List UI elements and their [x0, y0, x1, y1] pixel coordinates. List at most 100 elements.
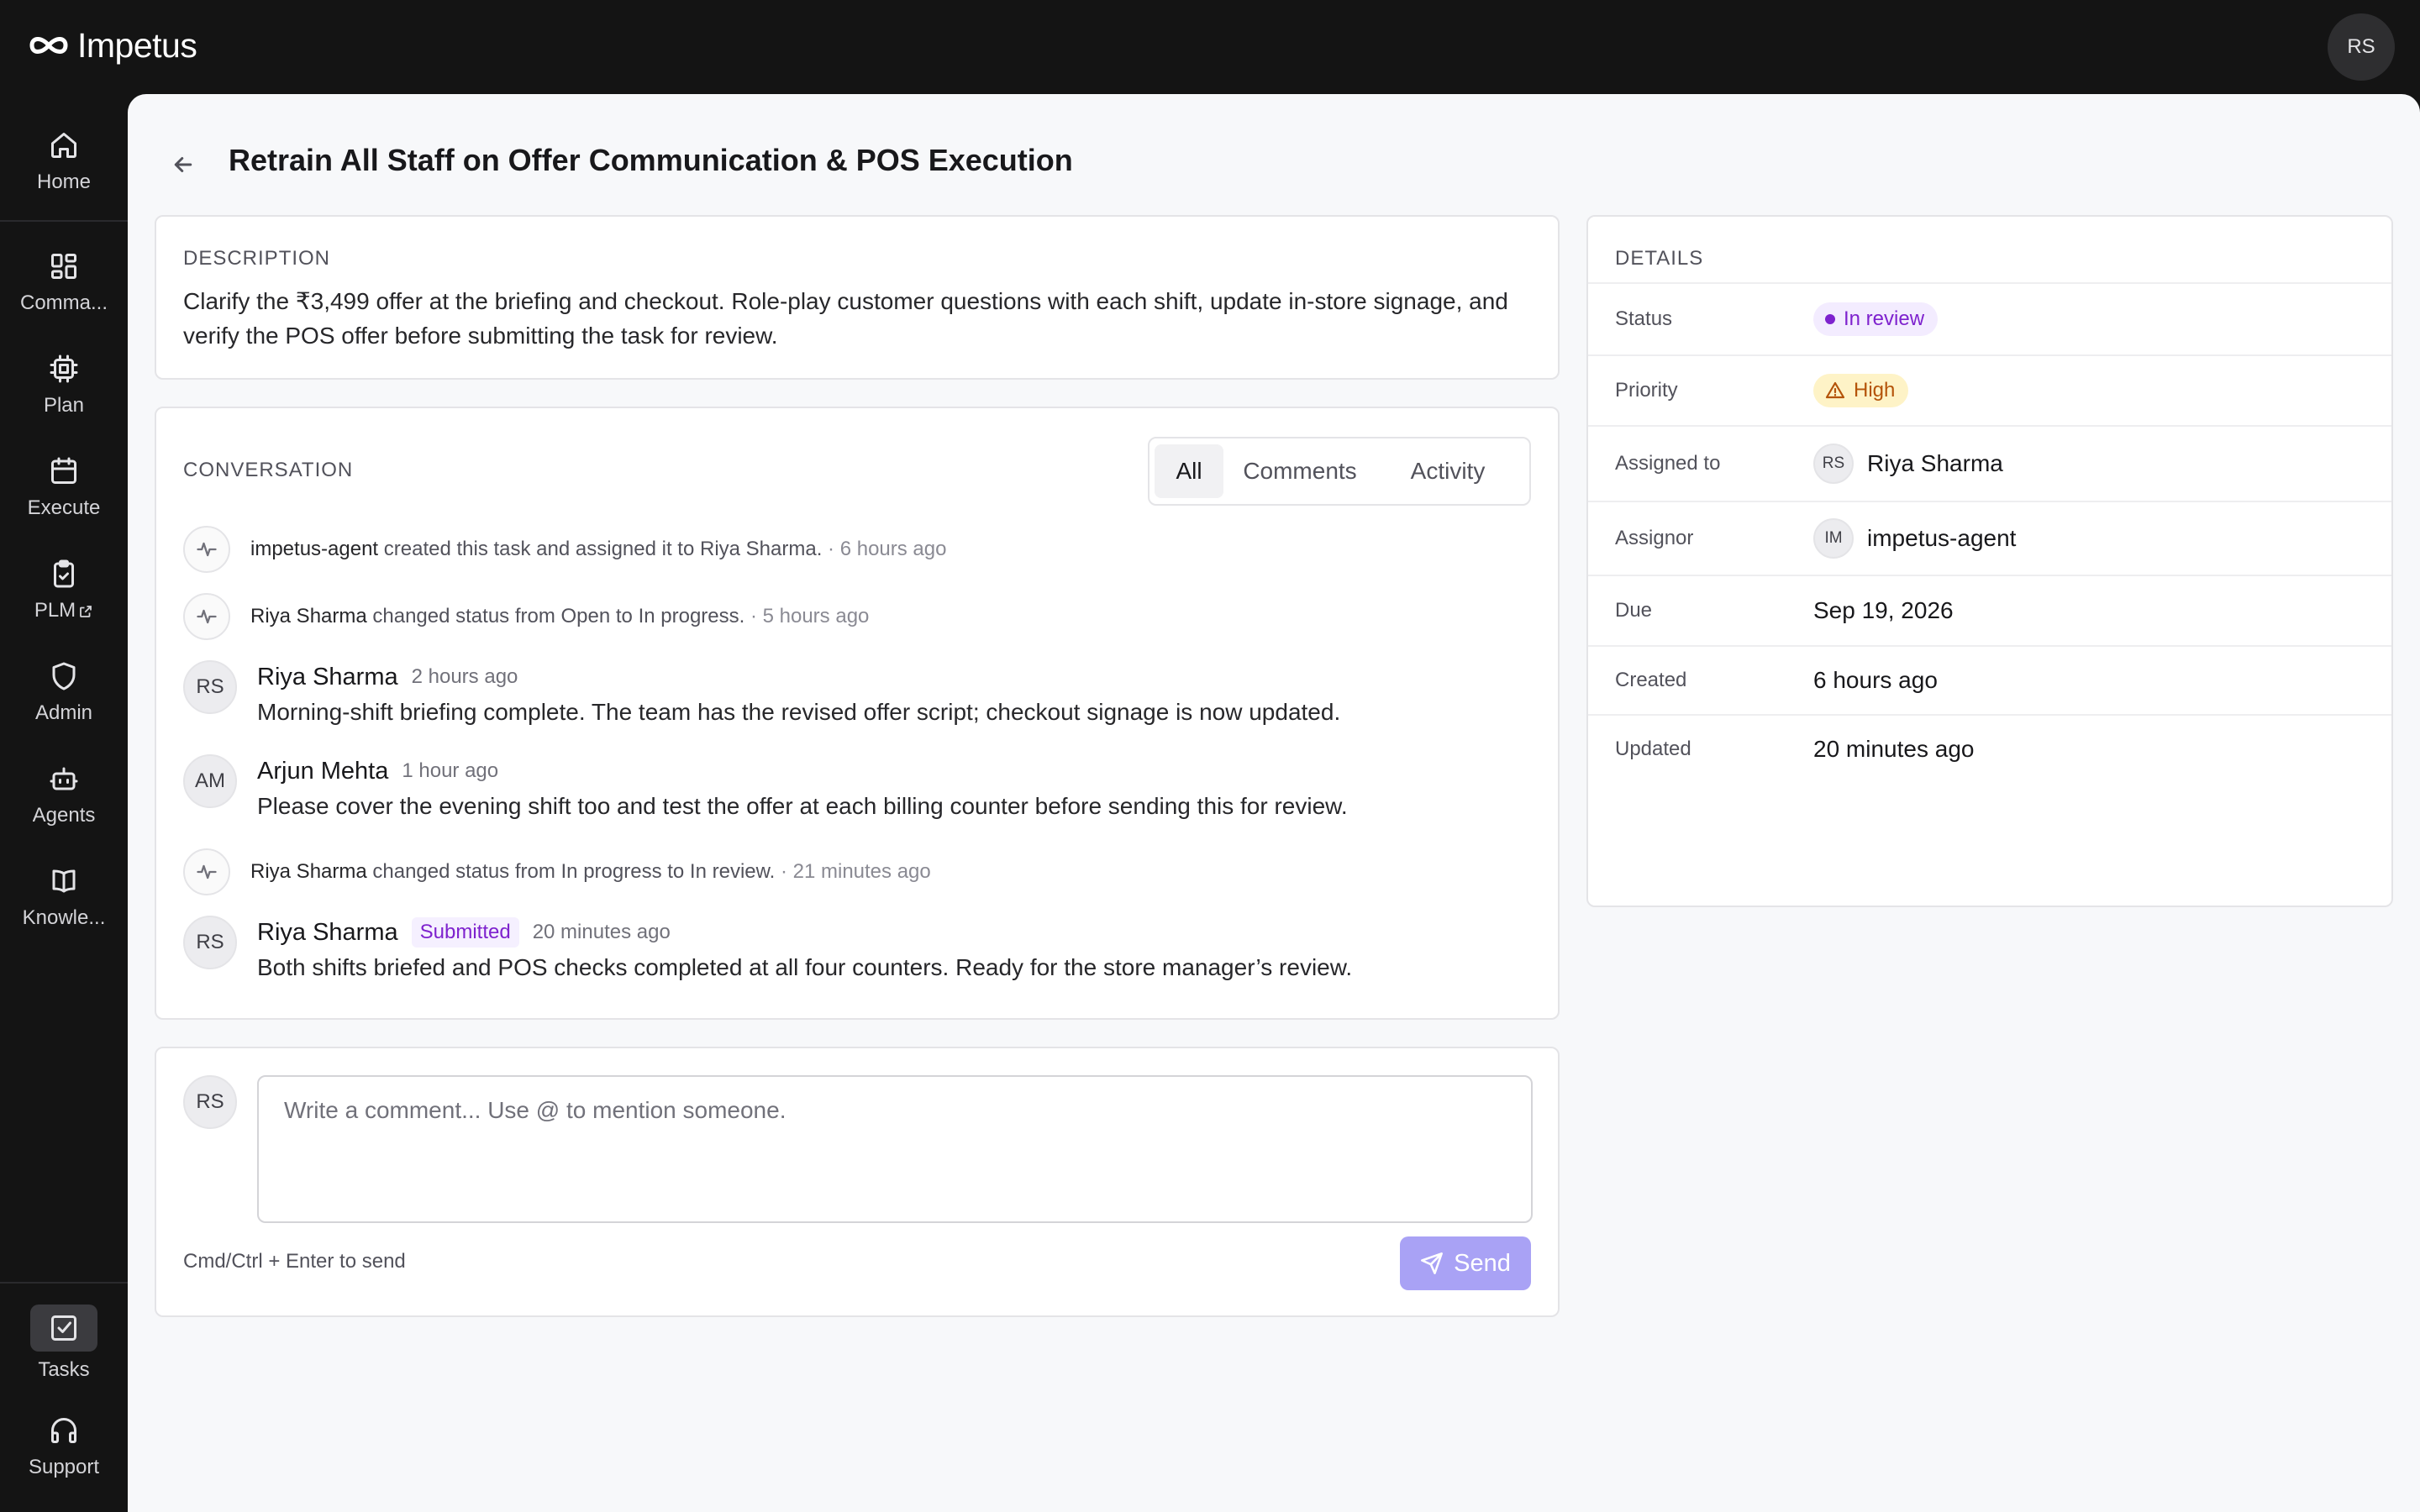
arrow-left-icon — [174, 157, 192, 172]
comment-input[interactable] — [257, 1075, 1533, 1223]
checkbox-icon — [30, 1305, 97, 1352]
activity-item: Riya Sharma changed status from In progr… — [183, 848, 931, 895]
avatar: IM — [1813, 518, 1854, 559]
sidebar-item-label: Execute — [27, 496, 101, 519]
main-panel: Retrain All Staff on Offer Communication… — [128, 94, 2420, 1512]
headphones-icon — [45, 1412, 82, 1449]
activity-text: impetus-agent created this task and assi… — [250, 538, 947, 560]
description-card: DESCRIPTION Clarify the ₹3,499 offer at … — [155, 215, 1560, 380]
conversation-label: CONVERSATION — [183, 459, 354, 481]
sidebar-item-label: Plan — [43, 394, 85, 417]
warning-triangle-icon — [1825, 381, 1845, 399]
status-dot-icon — [1825, 314, 1835, 324]
comment-author: Riya Sharma — [257, 663, 398, 690]
sidebar-item-label: Support — [28, 1456, 100, 1478]
detail-key: Assignor — [1615, 527, 1694, 549]
infinity-logo-icon — [29, 37, 68, 54]
comment-composer: RS Cmd/Ctrl + Enter to send Send — [155, 1047, 1560, 1317]
comment-header: Arjun Mehta 1 hour ago — [257, 754, 498, 788]
send-button[interactable]: Send — [1400, 1236, 1531, 1290]
sidebar-item-label: Home — [36, 171, 92, 193]
avatar: RS — [183, 1075, 237, 1129]
book-icon — [45, 863, 82, 900]
conversation-card: CONVERSATION All Comments Activity impet… — [155, 407, 1560, 1020]
comment-body: Please cover the evening shift too and t… — [257, 793, 1348, 819]
sidebar: Home Comma... Plan Execute PLM Admin Age… — [0, 94, 128, 1512]
sidebar-item-execute[interactable]: Execute — [0, 440, 128, 533]
comment-author: Arjun Mehta — [257, 757, 389, 785]
comment-header: Riya Sharma Submitted 20 minutes ago — [257, 916, 671, 949]
sidebar-item-command[interactable]: Comma... — [0, 235, 128, 328]
activity-item: impetus-agent created this task and assi… — [183, 526, 946, 573]
detail-value[interactable]: Sep 19, 2026 — [1813, 597, 1954, 624]
sidebar-item-plm[interactable]: PLM — [0, 543, 128, 635]
sidebar-item-plan[interactable]: Plan — [0, 338, 128, 430]
sidebar-divider — [0, 1282, 128, 1284]
avatar: RS — [1813, 444, 1854, 484]
detail-key: Priority — [1615, 379, 1678, 402]
submitted-badge: Submitted — [411, 917, 519, 948]
detail-row-assigned-to: Assigned to RS Riya Sharma — [1588, 425, 2391, 501]
send-shortcut-hint: Cmd/Ctrl + Enter to send — [183, 1250, 406, 1273]
sidebar-item-support[interactable]: Support — [0, 1399, 128, 1492]
comment-body: Morning-shift briefing complete. The tea… — [257, 699, 1341, 725]
sidebar-item-label: Knowle... — [22, 906, 106, 929]
activity-item: Riya Sharma changed status from Open to … — [183, 593, 869, 640]
description-label: DESCRIPTION — [183, 247, 331, 270]
cpu-icon — [45, 350, 82, 387]
detail-value: In review — [1813, 302, 1939, 336]
tab-all[interactable]: All — [1155, 444, 1223, 498]
detail-key: Assigned to — [1615, 452, 1721, 475]
user-avatar[interactable]: RS — [2328, 13, 2395, 81]
app-name: Impetus — [77, 25, 197, 65]
avatar: RS — [183, 916, 237, 969]
comment-time: 20 minutes ago — [532, 921, 671, 943]
details-card: DETAILS Status In review Priority High A… — [1586, 215, 2393, 907]
sidebar-item-knowledge[interactable]: Knowle... — [0, 850, 128, 942]
detail-key: Updated — [1615, 738, 1691, 760]
activity-text: Riya Sharma changed status from In progr… — [250, 860, 931, 883]
clipboard-check-icon — [45, 555, 82, 592]
comment-header: Riya Sharma 2 hours ago — [257, 660, 518, 694]
detail-row-priority: Priority High — [1588, 354, 2391, 425]
activity-pulse-icon — [183, 593, 230, 640]
sidebar-item-label: Comma... — [19, 291, 108, 314]
tab-comments[interactable]: Comments — [1223, 444, 1376, 498]
conversation-tabs: All Comments Activity — [1148, 437, 1531, 506]
home-icon — [45, 127, 82, 164]
comment-time: 1 hour ago — [402, 759, 499, 782]
detail-value[interactable]: RS Riya Sharma — [1813, 444, 2003, 484]
sidebar-item-label: Tasks — [38, 1358, 90, 1381]
detail-row-status: Status In review — [1588, 282, 2391, 354]
dashboard-icon — [45, 248, 82, 285]
page-title: Retrain All Staff on Offer Communication… — [229, 143, 1073, 177]
sidebar-item-tasks[interactable]: Tasks — [0, 1297, 128, 1389]
activity-pulse-icon — [183, 526, 230, 573]
sidebar-item-home[interactable]: Home — [0, 114, 128, 207]
comment-time: 2 hours ago — [411, 665, 518, 688]
status-badge[interactable]: In review — [1813, 302, 1939, 336]
detail-value: High — [1813, 374, 1909, 407]
sidebar-item-label: PLM — [34, 599, 93, 622]
avatar: AM — [183, 754, 237, 808]
back-button[interactable] — [165, 146, 202, 183]
external-link-icon — [80, 605, 92, 617]
description-text: Clarify the ₹3,499 offer at the briefing… — [183, 288, 1508, 349]
detail-value: IM impetus-agent — [1813, 518, 2016, 559]
sidebar-divider — [0, 220, 128, 222]
activity-pulse-icon — [183, 848, 230, 895]
sidebar-item-admin[interactable]: Admin — [0, 645, 128, 738]
sidebar-item-agents[interactable]: Agents — [0, 748, 128, 840]
detail-row-created: Created 6 hours ago — [1588, 645, 2391, 714]
app-logo[interactable]: Impetus — [25, 22, 197, 69]
bot-icon — [45, 760, 82, 797]
tab-activity[interactable]: Activity — [1376, 444, 1519, 498]
sidebar-item-label: Admin — [34, 701, 93, 724]
detail-key: Created — [1615, 669, 1687, 691]
detail-key: Due — [1615, 599, 1653, 622]
sidebar-item-label: Agents — [32, 804, 96, 827]
activity-text: Riya Sharma changed status from Open to … — [250, 605, 870, 627]
priority-badge[interactable]: High — [1813, 374, 1909, 407]
detail-row-updated: Updated 20 minutes ago — [1588, 714, 2391, 783]
detail-key: Status — [1615, 307, 1673, 330]
